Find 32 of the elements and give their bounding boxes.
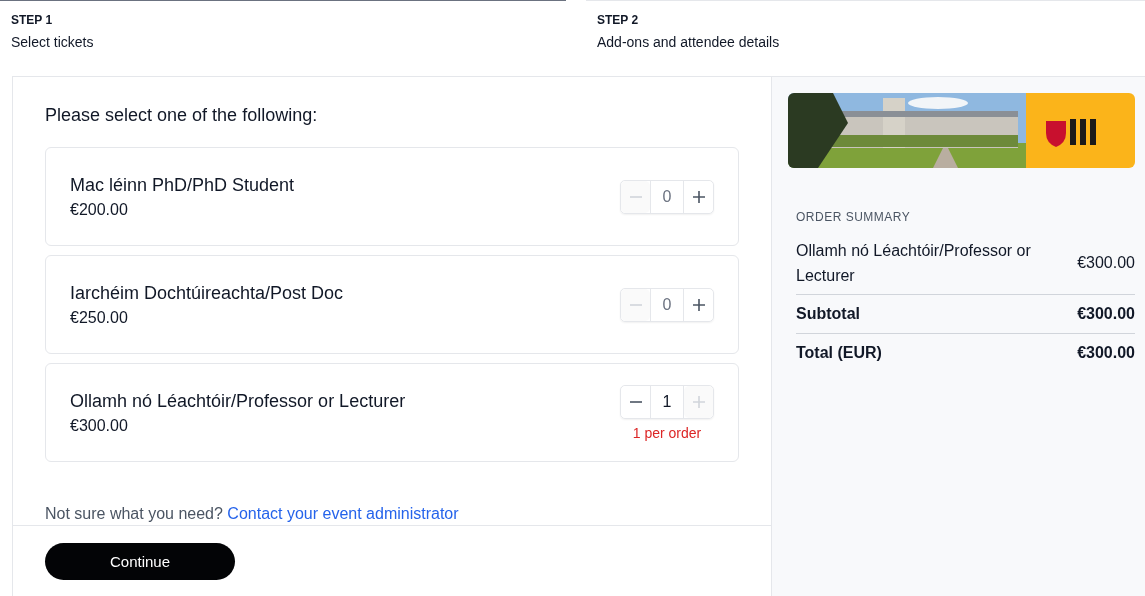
ticket-price: €300.00 [70, 416, 129, 435]
quantity-stepper[interactable]: 0 [620, 287, 714, 322]
minus-icon [628, 400, 643, 403]
plus-icon [691, 394, 706, 409]
line-label: Total (EUR) [796, 344, 882, 362]
plus-button[interactable] [684, 288, 713, 321]
section-heading: Please select one of the following: [45, 105, 319, 126]
line-amount: €300.00 [1077, 305, 1135, 323]
plus-button[interactable] [684, 180, 713, 213]
continue-button[interactable]: Continue [45, 542, 235, 580]
line-label: Ollamh nó Léachtóir/Professor or Lecturer [796, 241, 1032, 286]
plus-icon [691, 297, 706, 312]
ticket-name: Ollamh nó Léachtóir/Professor or Lecturer [70, 390, 406, 412]
ticket-name: Iarchéim Dochtúireachta/Post Doc [70, 282, 344, 304]
plus-icon [691, 189, 706, 204]
quantity-stepper[interactable]: 1 [620, 384, 714, 419]
line-amount: €300.00 [1077, 254, 1135, 272]
contact-link[interactable]: Contact your event administrator [227, 505, 459, 522]
help-text: Not sure what you need? Contact your event administrator [45, 505, 460, 523]
limit-note: 1 per order [632, 424, 702, 441]
ticket-name: Mac léinn PhD/PhD Student [70, 174, 295, 196]
line-amount: €300.00 [1077, 344, 1135, 362]
minus-icon [628, 303, 643, 306]
step-tab[interactable]: STEP 2 Add-ons and attendee details [586, 0, 1145, 76]
minus-icon [628, 195, 643, 198]
quantity-stepper[interactable]: 0 [620, 179, 714, 214]
ticket-price: €200.00 [70, 200, 129, 219]
ticket-price: €250.00 [70, 308, 129, 327]
summary-title: ORDER SUMMARY [796, 210, 912, 224]
line-label: Subtotal [796, 305, 860, 323]
minus-button[interactable] [621, 385, 650, 418]
step-tab[interactable]: STEP 1 Select tickets [0, 0, 566, 76]
